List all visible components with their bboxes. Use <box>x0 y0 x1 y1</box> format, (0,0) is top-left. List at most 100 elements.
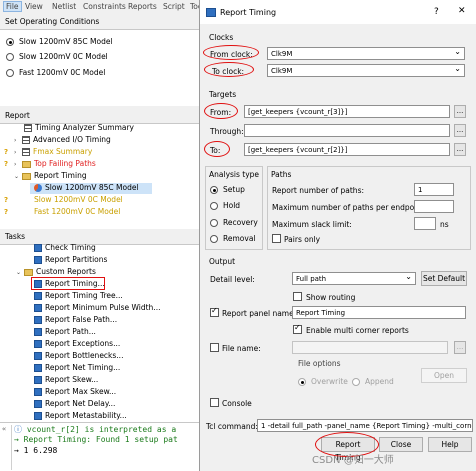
chevron-down-icon[interactable]: ⌄ <box>16 269 24 276</box>
set-default-button[interactable]: Set Default <box>421 271 467 286</box>
task-icon <box>34 376 42 384</box>
radio-icon[interactable] <box>352 378 360 386</box>
chevron-right-icon[interactable]: › <box>14 137 22 144</box>
report-item-slow-0c[interactable]: Slow 1200mV 0C Model <box>34 195 123 206</box>
warning-icon: ? <box>4 208 9 216</box>
report-panel: Report Timing Analyzer Summary › Advanced… <box>0 108 199 229</box>
task-report-timing-tree[interactable]: Report Timing Tree... <box>34 291 123 302</box>
radio-icon[interactable] <box>210 202 218 210</box>
through-browse-button[interactable]: ... <box>454 124 466 137</box>
file-browse-button[interactable]: ... <box>454 341 466 354</box>
info-icon: ⓘ <box>14 425 27 434</box>
menu-view[interactable]: View <box>25 2 43 11</box>
task-bottlenecks[interactable]: Report Bottlenecks... <box>34 351 123 362</box>
from-clock-select[interactable]: Clk9M <box>267 47 465 60</box>
append-option[interactable]: Append <box>352 377 394 386</box>
radio-icon[interactable] <box>210 235 218 243</box>
to-clock-select[interactable]: Clk9M <box>267 64 465 77</box>
report-item-report-timing[interactable]: ⌄ Report Timing <box>14 171 87 182</box>
to-target-input[interactable]: [get_keepers {vcount_r[2]}] <box>244 143 450 156</box>
task-icon <box>34 304 42 312</box>
console-gutter: « <box>2 425 12 470</box>
overwrite-option[interactable]: Overwrite <box>298 377 348 386</box>
multi-corner-label: Enable multi corner reports <box>306 326 409 335</box>
report-item-fast-0c[interactable]: Fast 1200mV 0C Model <box>34 207 120 218</box>
pairs-only-checkbox[interactable] <box>272 234 281 243</box>
num-paths-input[interactable]: 1 <box>414 183 454 196</box>
to-browse-button[interactable]: ... <box>454 143 466 156</box>
close-button[interactable]: Close <box>379 437 423 452</box>
analysis-removal-option[interactable]: Removal <box>210 234 256 243</box>
through-input[interactable] <box>244 124 450 137</box>
radio-icon[interactable] <box>210 219 218 227</box>
show-routing-checkbox[interactable] <box>293 292 302 301</box>
file-name-checkbox[interactable] <box>210 343 219 352</box>
tcl-command-input[interactable]: 1 -detail full_path -panel_name {Report … <box>257 419 473 432</box>
paths-section-label: Paths <box>271 170 292 179</box>
analysis-setup-option[interactable]: Setup <box>210 185 245 194</box>
from-browse-button[interactable]: ... <box>454 105 466 118</box>
warning-icon: ? <box>4 148 9 156</box>
open-button[interactable]: Open <box>421 368 467 383</box>
table-icon <box>22 148 30 156</box>
detail-level-select[interactable]: Full path <box>292 272 416 285</box>
task-icon <box>34 256 42 264</box>
annotation-highlight <box>204 141 230 157</box>
chevron-right-icon[interactable]: › <box>14 161 22 168</box>
radio-icon[interactable] <box>6 53 14 61</box>
app-icon <box>206 8 216 17</box>
task-metastability[interactable]: Report Metastability... <box>34 411 127 421</box>
task-icon <box>34 400 42 408</box>
report-panel-name-input[interactable]: Report Timing <box>292 306 466 319</box>
annotation-highlight <box>31 277 105 290</box>
radio-icon[interactable] <box>6 69 14 77</box>
menu-constraints[interactable]: Constraints <box>83 2 126 11</box>
folder-icon <box>24 268 33 276</box>
from-target-input[interactable]: [get_keepers {vcount_r[3]}] <box>244 105 450 118</box>
condition-option-slow-0c[interactable]: Slow 1200mV 0C Model <box>6 52 108 61</box>
menu-reports[interactable]: Reports <box>128 2 157 11</box>
task-exceptions[interactable]: Report Exceptions... <box>34 339 120 350</box>
analysis-hold-option[interactable]: Hold <box>210 201 240 210</box>
report-item-slow-85c[interactable]: Slow 1200mV 85C Model <box>30 183 152 194</box>
max-slack-input[interactable] <box>414 217 436 230</box>
condition-option-fast-0c[interactable]: Fast 1200mV 0C Model <box>6 68 105 77</box>
console-prompt-icon[interactable]: « <box>2 425 6 433</box>
console-checkbox[interactable] <box>210 398 219 407</box>
condition-option-slow-85c[interactable]: Slow 1200mV 85C Model <box>6 37 113 46</box>
help-icon[interactable]: ? <box>434 7 439 17</box>
radio-icon[interactable] <box>298 378 306 386</box>
report-item-summary[interactable]: Timing Analyzer Summary <box>24 123 134 134</box>
radio-icon[interactable] <box>6 38 14 46</box>
report-item-advanced-io[interactable]: › Advanced I/O Timing <box>14 135 111 146</box>
task-icon <box>34 316 42 324</box>
menu-netlist[interactable]: Netlist <box>52 2 76 11</box>
task-icon <box>34 244 42 252</box>
file-name-input[interactable] <box>292 341 448 354</box>
menu-file[interactable]: File <box>3 1 22 12</box>
through-label: Through: <box>210 127 244 136</box>
report-panel-title: Report <box>0 108 199 124</box>
chevron-right-icon[interactable]: › <box>14 149 22 156</box>
task-report-path[interactable]: Report Path... <box>34 327 96 338</box>
task-report-partitions[interactable]: Report Partitions <box>34 255 107 266</box>
task-false-path[interactable]: Report False Path... <box>34 315 117 326</box>
multi-corner-checkbox[interactable] <box>293 323 302 334</box>
task-check-timing[interactable]: Check Timing <box>34 243 96 254</box>
task-max-skew[interactable]: Report Max Skew... <box>34 387 116 398</box>
task-min-pulse-width[interactable]: Report Minimum Pulse Width... <box>34 303 160 314</box>
menu-script[interactable]: Script <box>163 2 185 11</box>
analysis-recovery-option[interactable]: Recovery <box>210 218 258 227</box>
radio-icon[interactable] <box>210 186 218 194</box>
max-per-endpoint-input[interactable] <box>414 200 454 213</box>
report-panel-name-checkbox[interactable] <box>210 306 219 317</box>
close-icon[interactable]: ✕ <box>458 6 466 16</box>
task-net-delay[interactable]: Report Net Delay... <box>34 399 115 410</box>
task-skew[interactable]: Report Skew... <box>34 375 98 386</box>
report-item-top-failing[interactable]: › Top Failing Paths <box>14 159 96 170</box>
report-item-fmax[interactable]: › Fmax Summary <box>14 147 92 158</box>
help-button[interactable]: Help <box>428 437 472 452</box>
task-icon <box>34 340 42 348</box>
chevron-down-icon[interactable]: ⌄ <box>14 173 22 180</box>
task-net-timing[interactable]: Report Net Timing... <box>34 363 120 374</box>
